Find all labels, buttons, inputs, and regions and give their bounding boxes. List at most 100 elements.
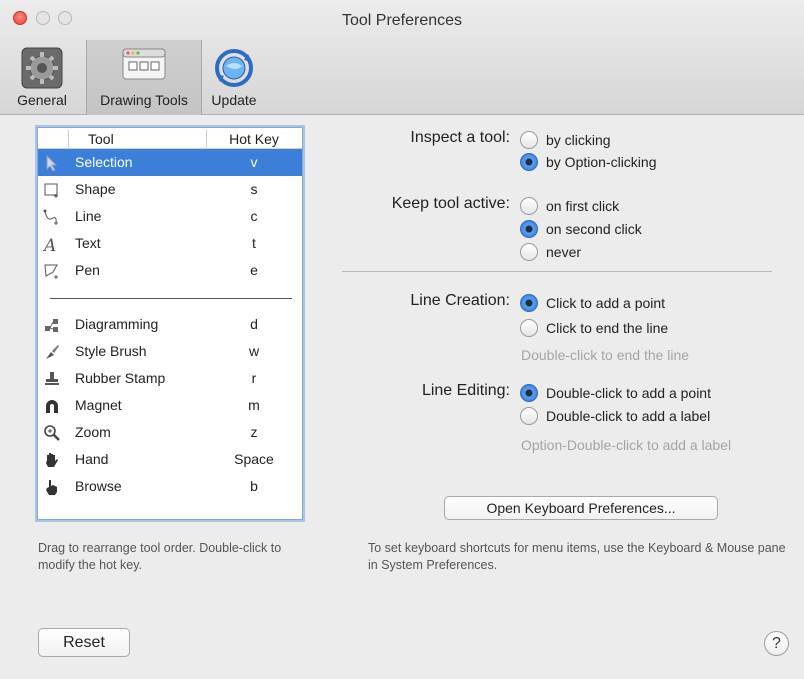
title-toolbar: Tool Preferences General Drawing Tools U…	[0, 0, 804, 115]
tool-row-diagramming[interactable]: Diagramming d	[38, 311, 302, 338]
tool-hotkey[interactable]: w	[206, 343, 302, 359]
tool-name: Diagramming	[75, 316, 159, 332]
tool-hotkey[interactable]: r	[206, 370, 302, 386]
header-divider	[68, 130, 69, 147]
inspect-tool-label: Inspect a tool:	[410, 129, 510, 146]
radio-indicator	[520, 243, 538, 261]
help-button[interactable]: ?	[764, 631, 789, 656]
radio-indicator	[520, 197, 538, 215]
tool-name: Selection	[75, 154, 133, 170]
line-editing-add-label-radio[interactable]: Double-click to add a label	[520, 407, 710, 425]
pen-tool-icon	[43, 262, 61, 280]
line-creation-click-end-line-radio[interactable]: Click to end the line	[520, 319, 668, 337]
tool-name: Hand	[75, 451, 109, 467]
line-creation-label: Line Creation:	[410, 292, 510, 309]
tool-row-text[interactable]: A Text t	[38, 230, 302, 257]
inspect-by-option-clicking-radio[interactable]: by Option-clicking	[520, 153, 657, 171]
tool-row-hand[interactable]: Hand Space	[38, 446, 302, 473]
line-tool-icon	[43, 208, 61, 226]
tool-hotkey[interactable]: e	[206, 262, 302, 278]
toolbar-update-label: Update	[211, 92, 257, 108]
radio-indicator	[520, 153, 538, 171]
tool-row-browse[interactable]: Browse b	[38, 473, 302, 500]
keep-active-first-click-radio[interactable]: on first click	[520, 197, 619, 215]
toolbar-drawing-tools-label: Drawing Tools	[100, 92, 188, 108]
tool-row-shape[interactable]: Shape s	[38, 176, 302, 203]
tool-hotkey[interactable]: t	[206, 235, 302, 251]
style-brush-icon	[43, 343, 61, 361]
window-title: Tool Preferences	[341, 12, 463, 29]
tool-name: Line	[75, 208, 102, 224]
tool-row-zoom[interactable]: Zoom z	[38, 419, 302, 446]
tool-hotkey[interactable]: c	[206, 208, 302, 224]
inspect-by-clicking-radio[interactable]: by clicking	[520, 131, 611, 149]
header-hotkey[interactable]: Hot Key	[206, 131, 302, 147]
svg-text:A: A	[43, 236, 56, 253]
tool-hotkey[interactable]: Space	[206, 451, 302, 467]
tool-name: Browse	[75, 478, 122, 494]
radio-indicator	[520, 131, 538, 149]
line-editing-add-point-radio[interactable]: Double-click to add a point	[520, 384, 711, 402]
tool-row-style-brush[interactable]: Style Brush w	[38, 338, 302, 365]
radio-label: never	[546, 244, 582, 260]
rubber-stamp-icon	[43, 370, 61, 388]
tool-row-selection[interactable]: Selection v	[38, 149, 302, 176]
radio-label: Double-click to add a point	[546, 385, 711, 401]
section-divider	[342, 271, 772, 272]
tool-name: Pen	[75, 262, 100, 278]
radio-label: by Option-clicking	[546, 154, 657, 170]
radio-label: on second click	[546, 221, 642, 237]
tool-row-line[interactable]: Line c	[38, 203, 302, 230]
diagramming-icon	[43, 316, 61, 334]
tool-hotkey[interactable]: v	[206, 154, 302, 170]
radio-label: by clicking	[546, 132, 611, 148]
radio-label: Click to add a point	[546, 295, 666, 311]
radio-label: Double-click to add a label	[546, 408, 711, 424]
radio-label: Click to end the line	[546, 320, 669, 336]
tool-hotkey[interactable]: s	[206, 181, 302, 197]
tool-row-rubber-stamp[interactable]: Rubber Stamp r	[38, 365, 302, 392]
browse-hand-icon	[43, 478, 61, 496]
tool-name: Magnet	[75, 397, 122, 413]
keyboard-shortcuts-hint: To set keyboard shortcuts for menu items…	[368, 541, 786, 572]
magnet-icon	[43, 397, 61, 415]
tool-list-header: Tool Hot Key	[38, 128, 302, 149]
update-globe-icon	[212, 46, 256, 93]
tool-hotkey[interactable]: b	[206, 478, 302, 494]
gear-icon	[20, 46, 64, 93]
toolbar-drawing-tools[interactable]: Drawing Tools	[86, 40, 202, 115]
arrow-pointer-icon	[43, 154, 61, 172]
tool-name: Text	[75, 235, 101, 251]
zoom-icon	[43, 424, 61, 442]
drawing-tools-palette-icon	[122, 46, 166, 85]
preferences-window: Tool Preferences General Drawing Tools U…	[0, 0, 804, 679]
toolbar-update[interactable]: Update	[204, 40, 264, 115]
list-separator	[50, 298, 292, 299]
open-keyboard-preferences-button[interactable]: Open Keyboard Preferences...	[444, 496, 718, 520]
radio-indicator	[520, 407, 538, 425]
line-creation-note: Double-click to end the line	[521, 347, 690, 363]
line-editing-note: Option-Double-click to add a label	[521, 437, 732, 453]
text-tool-icon: A	[42, 235, 61, 256]
tool-name: Zoom	[75, 424, 111, 440]
tool-hotkey[interactable]: d	[206, 316, 302, 332]
tool-row-magnet[interactable]: Magnet m	[38, 392, 302, 419]
line-creation-click-add-point-radio[interactable]: Click to add a point	[520, 294, 665, 312]
toolbar-general[interactable]: General	[0, 40, 84, 115]
radio-label: on first click	[546, 198, 620, 214]
tool-hotkey[interactable]: m	[206, 397, 302, 413]
radio-indicator	[520, 384, 538, 402]
tool-hotkey[interactable]: z	[206, 424, 302, 440]
keep-tool-active-label: Keep tool active:	[391, 195, 510, 212]
reset-button[interactable]: Reset	[38, 628, 130, 657]
tool-name: Shape	[75, 181, 116, 197]
tool-list-hint: Drag to rearrange tool order. Double-cli…	[38, 541, 282, 572]
keep-active-never-radio[interactable]: never	[520, 243, 581, 261]
line-editing-label: Line Editing:	[421, 382, 510, 399]
tool-list[interactable]: Tool Hot Key Selection v Shape s Line c	[37, 127, 303, 520]
shape-icon	[43, 181, 61, 199]
header-tool[interactable]: Tool	[88, 131, 114, 147]
tool-name: Style Brush	[75, 343, 147, 359]
tool-row-pen[interactable]: Pen e	[38, 257, 302, 284]
keep-active-second-click-radio[interactable]: on second click	[520, 220, 642, 238]
